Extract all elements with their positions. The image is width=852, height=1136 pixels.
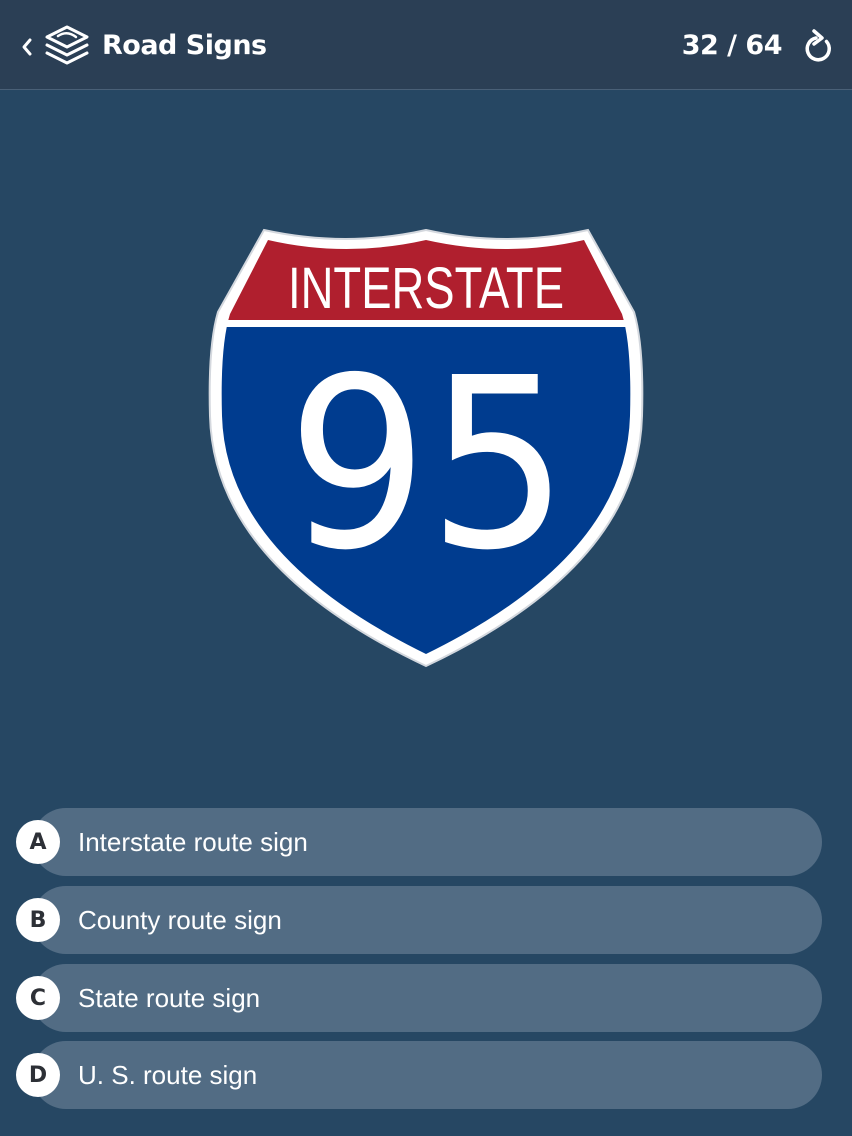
option-label: Interstate route sign [78, 827, 308, 857]
refresh-button[interactable] [800, 26, 836, 66]
shield-route-number: 95 [287, 327, 569, 602]
refresh-icon [805, 29, 831, 62]
chevron-left-icon [22, 38, 32, 56]
shield-top-text: INTERSTATE [288, 256, 564, 321]
option-label: U. S. route sign [78, 1060, 258, 1090]
answer-option-b[interactable]: B County route sign [16, 886, 822, 954]
interstate-shield-sign: INTERSTATE 95 [208, 228, 644, 668]
card-progress: 32 / 64 [681, 30, 783, 61]
deck-title: Road Signs [102, 30, 267, 61]
answer-option-a[interactable]: A Interstate route sign [16, 808, 822, 876]
option-label: State route sign [78, 983, 261, 1013]
option-label: County route sign [78, 905, 282, 935]
option-letter-badge: C [16, 976, 60, 1020]
top-bar: Road Signs 32 / 64 [0, 0, 852, 90]
answer-option-d[interactable]: D U. S. route sign [16, 1041, 822, 1109]
answer-option-c[interactable]: C State route sign [16, 964, 822, 1032]
option-letter-badge: B [16, 898, 60, 942]
back-button[interactable] [14, 30, 40, 64]
stacked-layers-icon [45, 25, 89, 65]
option-letter-badge: D [16, 1053, 60, 1097]
option-letter-badge: A [16, 820, 60, 864]
